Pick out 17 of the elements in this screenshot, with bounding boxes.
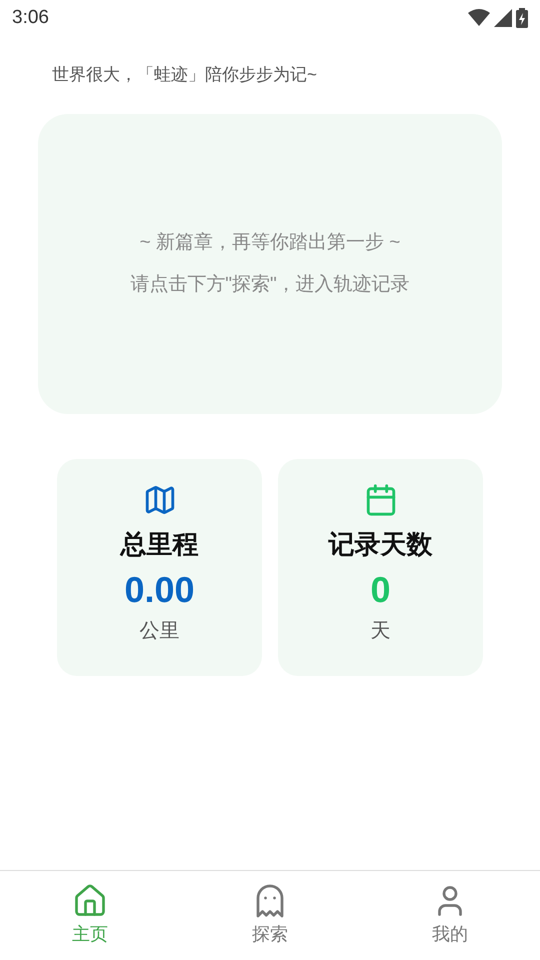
stat-value: 0.00	[124, 568, 195, 612]
wifi-icon	[468, 9, 490, 27]
stat-label: 总里程	[120, 528, 198, 561]
house-icon	[72, 883, 108, 919]
stat-value: 0	[370, 568, 391, 612]
empty-hint: 请点击下方"探索"，进入轨迹记录	[130, 273, 410, 297]
stat-unit: 公里	[140, 619, 180, 644]
tagline: 世界很大，「蛙迹」陪你步步为记~	[52, 65, 317, 84]
signal-icon	[494, 9, 512, 27]
nav-tab[interactable]: 我的	[360, 871, 540, 960]
status-time: 3:06	[12, 6, 49, 30]
stat-label: 记录天数	[328, 528, 432, 561]
stat-unit: 天	[370, 619, 390, 644]
nav-tab[interactable]: 主页	[0, 871, 180, 960]
battery-icon	[516, 8, 528, 28]
nav-tab[interactable]: 探索	[180, 871, 360, 960]
empty-title: ~ 新篇章，再等你踏出第一步 ~	[140, 230, 400, 254]
